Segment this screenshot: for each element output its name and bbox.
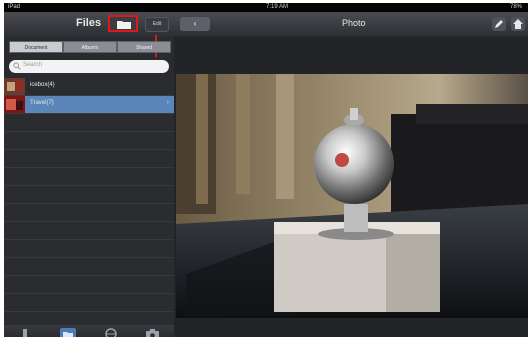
battery-label: 78% (509, 4, 522, 10)
chevron-right-icon: › (166, 99, 169, 106)
edit-icon[interactable] (492, 17, 506, 31)
photo-image[interactable] (176, 74, 528, 318)
transfer-icon[interactable] (19, 327, 31, 337)
clock: 7:19 AM (266, 4, 289, 10)
folder-label: icebox(4) (30, 82, 55, 88)
empty-row (4, 222, 174, 240)
bottom-toolbar (4, 325, 174, 337)
empty-row (4, 114, 174, 132)
segment-document[interactable]: Document (9, 41, 63, 53)
edit-button[interactable]: Edit (145, 17, 169, 32)
photo-title: Photo (342, 18, 366, 28)
empty-row (4, 240, 174, 258)
empty-row (4, 132, 174, 150)
globe-icon[interactable] (105, 327, 117, 337)
folder-label: Travel(7) (30, 100, 54, 106)
search-input[interactable]: Search (9, 60, 169, 73)
photo-trophy-image (176, 74, 528, 318)
status-bar: iPad 7:19 AM 78% (4, 3, 528, 12)
folder-icon (117, 21, 131, 29)
list-item-selected[interactable]: Travel(7) › (4, 96, 174, 114)
empty-row (4, 204, 174, 222)
segmented-control: Document Albums Shared (9, 41, 171, 53)
camera-icon[interactable] (146, 327, 160, 337)
empty-row (4, 150, 174, 168)
photo-panel: ‹ Photo (174, 12, 528, 337)
ipad-screen: iPad 7:19 AM 78% Files Edit Document Alb… (4, 3, 528, 337)
files-panel: Files Edit Document Albums Shared Search (4, 12, 174, 337)
carrier-label: iPad (8, 4, 21, 10)
empty-row (4, 186, 174, 204)
folder-thumbnail (4, 96, 25, 113)
files-title: Files (76, 17, 102, 29)
home-icon[interactable] (511, 17, 525, 31)
folder-thumbnail (4, 78, 25, 95)
empty-row (4, 168, 174, 186)
folder-tab-icon[interactable] (59, 327, 76, 337)
segment-shared[interactable]: Shared (117, 41, 171, 53)
files-nav-bar: Files Edit (4, 12, 174, 36)
new-folder-button[interactable] (108, 15, 138, 32)
empty-row (4, 258, 174, 276)
empty-row (4, 276, 174, 294)
search-placeholder: Search (23, 62, 43, 68)
segment-albums[interactable]: Albums (63, 41, 117, 53)
back-button[interactable]: ‹ (180, 17, 210, 31)
photo-nav-bar: ‹ Photo (174, 12, 528, 36)
search-icon (13, 62, 21, 70)
folder-list: icebox(4) Travel(7) › (4, 78, 174, 330)
list-item[interactable]: icebox(4) (4, 78, 174, 96)
empty-row (4, 294, 174, 312)
